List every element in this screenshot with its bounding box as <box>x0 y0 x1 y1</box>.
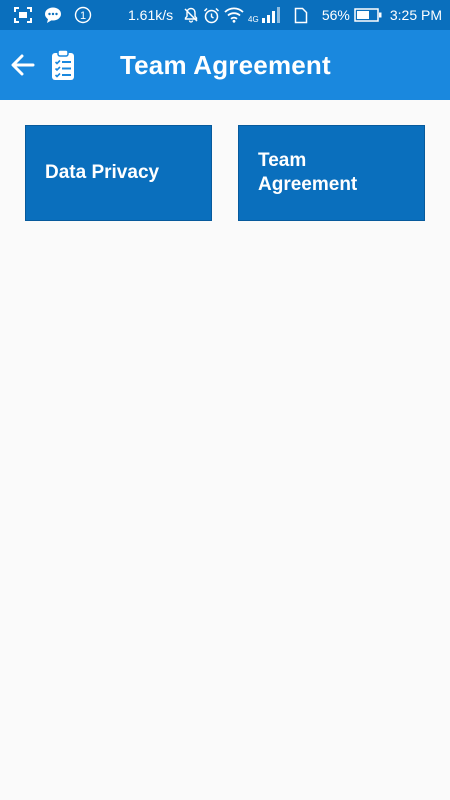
alarm-icon <box>203 7 220 24</box>
battery-icon <box>354 8 382 22</box>
app-bar: Team Agreement <box>0 30 450 100</box>
notification-count-icon: 1 <box>74 6 92 24</box>
arrow-left-icon <box>11 54 35 76</box>
sim-icon <box>294 7 308 24</box>
screenshot-icon <box>14 7 32 23</box>
data-privacy-tile[interactable]: Data Privacy <box>25 125 212 221</box>
team-agreement-tile[interactable]: Team Agreement <box>238 125 425 221</box>
battery-percent: 56% <box>321 7 350 23</box>
clock: 3:25 PM <box>389 7 442 23</box>
clipboard-checklist-icon <box>48 30 78 100</box>
mute-bell-icon <box>183 7 199 23</box>
tile-label: Data Privacy <box>45 162 160 183</box>
tile-label: Team Agreement <box>258 150 358 195</box>
chat-bubble-icon <box>44 7 62 23</box>
svg-text:1: 1 <box>80 10 86 22</box>
net-speed: 1.61k/s <box>128 7 174 23</box>
page-title: Team Agreement <box>120 49 331 80</box>
signal-icon: 4G <box>248 6 284 24</box>
status-bar: 1 1.61k/s 4G 56% 3:25 PM <box>0 0 450 30</box>
wifi-icon <box>224 7 244 23</box>
svg-text:4G: 4G <box>248 15 259 24</box>
back-button[interactable] <box>0 30 46 100</box>
